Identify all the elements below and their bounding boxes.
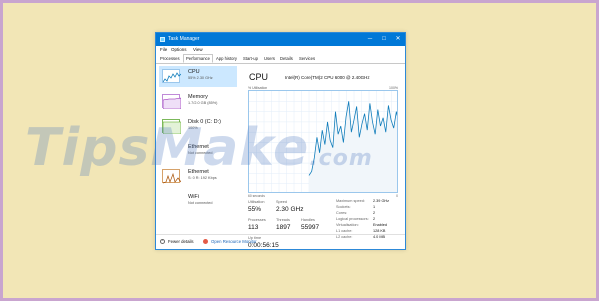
tab-services[interactable]: Services	[297, 55, 317, 63]
detail-label: Logical processors:	[336, 217, 369, 221]
cpu-thumbnail-graph	[162, 69, 181, 83]
maximize-button[interactable]: □	[377, 33, 391, 46]
tab-app-history[interactable]: App history	[214, 55, 239, 63]
tab-performance[interactable]: Performance	[183, 54, 213, 63]
sidebar-item-detail: 100%	[188, 126, 198, 130]
cpu-graph-svg	[249, 91, 397, 192]
sidebar-item-wifi[interactable]: WiFi Not connected	[159, 191, 237, 212]
sidebar-item-detail: 55% 2.30 GHz	[188, 76, 213, 80]
detail-label: Sockets:	[336, 205, 351, 209]
sidebar-item-label: Memory	[188, 94, 208, 100]
window-title: Task Manager	[168, 36, 200, 42]
sidebar-item-detail: 1.7/2.0 GB (85%)	[188, 101, 218, 105]
sidebar-item-label: Ethernet	[188, 144, 209, 150]
sidebar-item-detail: Not connected	[188, 151, 213, 155]
tab-bar: Processes Performance App history Start-…	[156, 54, 405, 64]
sidebar-item-memory[interactable]: Memory 1.7/2.0 GB (85%)	[159, 91, 237, 112]
panel-title: CPU	[249, 72, 269, 82]
graph-time-label: 60 seconds	[248, 194, 265, 198]
disk-thumbnail-graph	[162, 119, 181, 134]
utilisation-value: 55%	[248, 206, 262, 213]
cpu-usage-area	[309, 101, 397, 192]
tab-start-up[interactable]: Start-up	[241, 55, 260, 63]
sidebar-item-label: WiFi	[188, 194, 199, 200]
sidebar-item-label: CPU	[188, 69, 200, 75]
detail-value: Enabled	[373, 223, 387, 227]
detail-value: 2	[373, 211, 376, 215]
sidebar-item-detail: Not connected	[188, 201, 213, 205]
sidebar-item-detail: S: 0 R: 192 Kbps	[188, 176, 217, 180]
menu-file[interactable]: File	[160, 47, 167, 52]
tab-details[interactable]: Details	[278, 55, 295, 63]
footer-bar: ^ Fewer details Open Resource Monitor	[156, 234, 405, 249]
fewer-details-link[interactable]: Fewer details	[168, 239, 194, 244]
processes-label: Processes	[248, 218, 266, 222]
detail-label: Virtualisation:	[336, 223, 359, 227]
cpu-detail-panel: CPU Intel(R) Core(TM)2 CPU 6000 @ 2.40GH…	[246, 68, 401, 249]
menu-view[interactable]: View	[193, 47, 203, 52]
cpu-utilisation-graph	[248, 90, 398, 193]
detail-label: Cores:	[336, 211, 348, 215]
sidebar-item-cpu[interactable]: CPU 55% 2.30 GHz	[159, 66, 237, 87]
detail-value: 2	[373, 217, 376, 221]
sidebar-item-label: Disk 0 (C: D:)	[188, 119, 221, 125]
detail-value: 2.39 GHz	[373, 199, 390, 203]
open-resource-monitor-link[interactable]: Open Resource Monitor	[211, 239, 257, 244]
chevron-up-icon[interactable]: ^	[160, 239, 165, 244]
processes-value: 113	[248, 224, 259, 231]
resource-monitor-icon[interactable]	[203, 239, 208, 244]
speed-value: 2.30 GHz	[276, 206, 304, 213]
handles-label: Handles	[301, 218, 315, 222]
sidebar-item-disk[interactable]: Disk 0 (C: D:) 100%	[159, 116, 237, 137]
title-bar: Task Manager ─ □ ✕	[156, 33, 405, 46]
close-button[interactable]: ✕	[391, 33, 405, 46]
minimize-button[interactable]: ─	[363, 33, 377, 46]
handles-value: 55997	[301, 224, 320, 231]
sidebar-item-ethernet-2[interactable]: Ethernet S: 0 R: 192 Kbps	[159, 166, 237, 187]
memory-thumbnail-graph	[162, 94, 181, 109]
task-manager-icon	[160, 37, 165, 42]
graph-time-min: 0	[396, 194, 398, 198]
utilisation-label: Utilisation	[248, 200, 265, 204]
speed-label: Speed	[276, 200, 287, 204]
threads-label: Threads	[276, 218, 290, 222]
menu-bar: File Options View	[156, 46, 405, 54]
ethernet-thumbnail-graph	[162, 169, 181, 184]
detail-label: L1 cache:	[336, 229, 353, 233]
tab-users[interactable]: Users	[262, 55, 277, 63]
detail-value: 128 KB	[373, 229, 386, 233]
detail-label: Maximum speed:	[336, 199, 365, 203]
sidebar-item-ethernet-1[interactable]: Ethernet Not connected	[159, 141, 237, 162]
tab-processes[interactable]: Processes	[158, 55, 182, 63]
task-manager-window: Task Manager ─ □ ✕ File Options View Pro…	[155, 32, 406, 250]
detail-value: 1	[373, 205, 376, 209]
threads-value: 1897	[276, 224, 291, 231]
sidebar-item-label: Ethernet	[188, 169, 209, 175]
cpu-model-name: Intel(R) Core(TM)2 CPU 6000 @ 2.40GHz	[285, 75, 370, 80]
menu-options[interactable]: Options	[171, 47, 187, 52]
resource-sidebar: CPU 55% 2.30 GHz Memory 1.7/2.0 GB (85%)…	[159, 66, 237, 236]
